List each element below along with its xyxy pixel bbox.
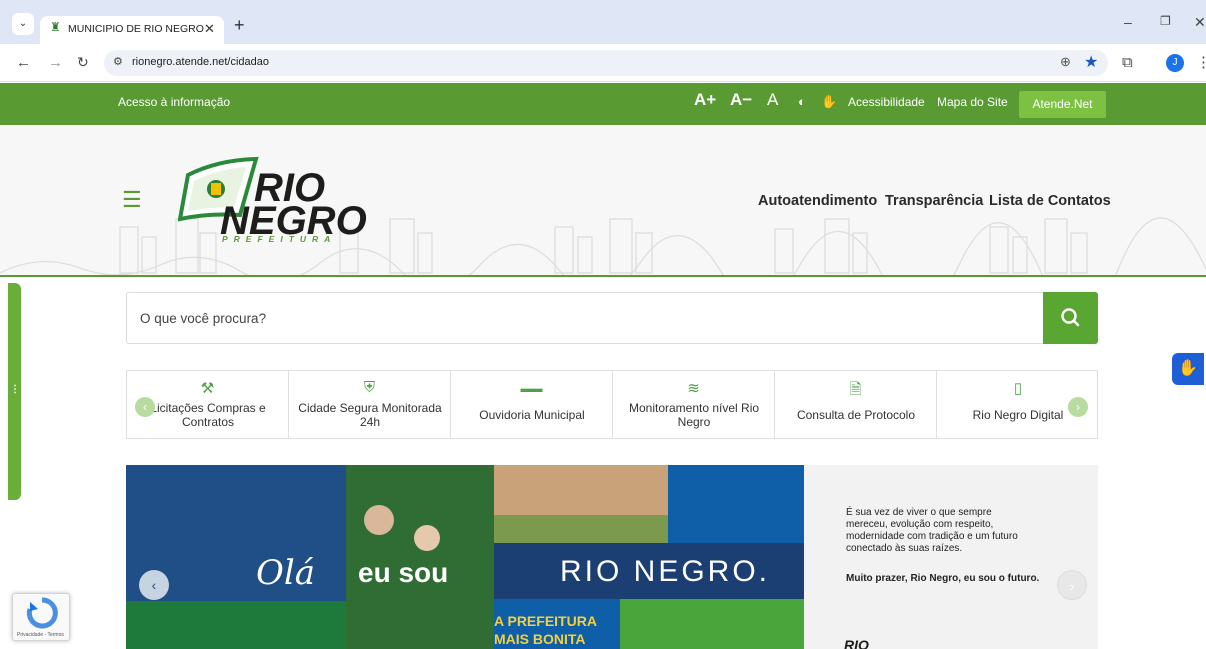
document-search-icon: 🗎 — [849, 381, 862, 398]
banner-prefeitura-line2: MAIS BONITA — [494, 631, 586, 647]
acesso-informacao-link[interactable]: Acesso à informação — [118, 95, 230, 109]
nav-lista-de-contatos[interactable]: Lista de Contatos — [989, 193, 1111, 209]
quick-link-protocolo[interactable]: 🗎 Consulta de Protocolo — [775, 371, 937, 438]
banner-description: É sua vez de viver o que sempre mereceu,… — [846, 507, 1018, 554]
quick-links-next-icon[interactable]: › — [1068, 397, 1088, 417]
nav-transparencia[interactable]: Transparência — [885, 193, 983, 209]
quick-link-ouvidoria[interactable]: ▬▬ Ouvidoria Municipal — [451, 371, 613, 438]
search-icon — [1061, 308, 1080, 327]
site-settings-icon[interactable]: ⚙ — [113, 55, 123, 68]
browser-menu-icon[interactable]: ⋮ — [1196, 53, 1206, 71]
recaptcha-icon — [26, 597, 58, 629]
browser-tab-strip: ⌄ ♜ MUNICIPIO DE RIO NEGRO ✕ + – ❐ ✕ — [0, 0, 1206, 44]
banner-next-icon[interactable]: › — [1057, 570, 1087, 600]
reload-icon[interactable]: ↻ — [77, 54, 89, 71]
address-toolbar: ← → ↻ ⚙ rionegro.atende.net/cidadao ⊕ ★ … — [0, 44, 1206, 82]
banner-trees — [494, 515, 668, 545]
contrast-icon[interactable]: ◐ — [798, 94, 806, 109]
ouvidoria-logo-icon: ▬▬ — [520, 383, 543, 395]
banner-blue-tile — [668, 465, 804, 543]
banner-eu-sou: eu sou — [358, 557, 449, 588]
search-placeholder: O que você procura? — [140, 311, 267, 326]
tab-search-chevron-icon[interactable]: ⌄ — [12, 13, 34, 35]
hero-banner: Olá eu sou RIO NEGRO. A PREFEITURA MAIS … — [126, 465, 1098, 649]
banner-prefeitura-line1: A PREFEITURA — [494, 613, 597, 629]
shield-icon: ⛨ — [363, 379, 376, 396]
logo-text-prefeitura: PREFEITURA — [222, 234, 337, 244]
gavel-icon: ⚒ — [200, 380, 215, 397]
profile-avatar[interactable]: J — [1166, 54, 1184, 72]
vlibras-hands-icon[interactable]: ✋ — [1172, 353, 1204, 385]
extensions-icon[interactable]: ⧉ — [1122, 54, 1133, 71]
family-face — [364, 505, 394, 535]
browser-tab[interactable]: ♜ MUNICIPIO DE RIO NEGRO ✕ — [40, 16, 224, 44]
quick-link-monitoramento[interactable]: ≋ Monitoramento nível Rio Negro — [613, 371, 775, 438]
forward-icon[interactable]: → — [48, 54, 63, 71]
river-level-icon: ≋ — [687, 380, 700, 397]
search-input[interactable]: O que você procura? — [126, 292, 1044, 344]
font-decrease-button[interactable]: A− — [730, 90, 752, 110]
zoom-icon[interactable]: ⊕ — [1060, 54, 1071, 70]
atende-net-button[interactable]: Atende.Net — [1019, 91, 1106, 118]
site-topbar: Acesso à informação A+ A− A ◐ ✋ Acessibi… — [0, 83, 1206, 125]
quick-link-cidade-segura[interactable]: ⛨ Cidade Segura Monitorada 24h — [289, 371, 451, 438]
url-text[interactable]: rionegro.atende.net/cidadao — [132, 56, 269, 68]
banner-ola: Olá — [256, 553, 316, 593]
quick-links-carousel: ⚒ Licitações Compras e Contratos ⛨ Cidad… — [126, 370, 1098, 439]
hamburger-menu-icon[interactable]: ☰ — [122, 187, 142, 213]
minimize-icon[interactable]: – — [1124, 14, 1132, 30]
search-button[interactable] — [1043, 292, 1098, 344]
banner-green-block — [126, 601, 346, 649]
banner-prev-icon[interactable]: ‹ — [139, 570, 169, 600]
font-increase-button[interactable]: A+ — [694, 90, 716, 110]
quick-link-label: Cidade Segura Monitorada 24h — [298, 401, 442, 429]
recaptcha-terms[interactable]: Privacidade - Termos — [17, 632, 64, 638]
quick-links-prev-icon[interactable]: ‹ — [135, 397, 155, 417]
baby-face — [414, 525, 440, 551]
mapa-do-site-link[interactable]: Mapa do Site — [937, 95, 1008, 109]
url-bar[interactable]: ⚙ rionegro.atende.net/cidadao ⊕ ★ — [104, 50, 1108, 76]
banner-mini-logo: RIO — [844, 637, 869, 649]
close-tab-icon[interactable]: ✕ — [204, 21, 215, 37]
recaptcha-badge[interactable]: Privacidade - Termos — [12, 593, 70, 641]
banner-tagline: Muito prazer, Rio Negro, eu sou o futuro… — [846, 573, 1040, 584]
accessibility-icon[interactable]: ✋ — [821, 94, 837, 110]
favicon-icon: ♜ — [50, 20, 61, 34]
banner-bridge-block — [620, 599, 804, 649]
close-window-icon[interactable]: ✕ — [1194, 14, 1206, 31]
quick-link-label: Consulta de Protocolo — [796, 408, 916, 422]
back-icon[interactable]: ← — [16, 54, 31, 71]
restore-icon[interactable]: ❐ — [1160, 14, 1171, 28]
font-reset-button[interactable]: A — [767, 90, 778, 110]
site-header: ☰ RIO NEGRO PREFEITURA Autoatendimento T… — [0, 125, 1206, 277]
quick-link-label: Monitoramento nível Rio Negro — [628, 401, 760, 429]
drawer-dots-icon[interactable]: ⋮ — [10, 384, 20, 395]
digital-phone-icon: ▯ — [1013, 380, 1023, 397]
quick-link-label: Ouvidoria Municipal — [479, 408, 585, 422]
banner-rio-negro: RIO NEGRO. — [560, 555, 771, 588]
acessibilidade-link[interactable]: Acessibilidade — [848, 95, 925, 109]
new-tab-icon[interactable]: + — [234, 15, 245, 36]
bookmark-star-icon[interactable]: ★ — [1084, 52, 1098, 72]
tab-title: MUNICIPIO DE RIO NEGRO — [68, 23, 204, 35]
nav-autoatendimento[interactable]: Autoatendimento — [758, 193, 877, 209]
banner-text-panel — [804, 465, 1098, 649]
